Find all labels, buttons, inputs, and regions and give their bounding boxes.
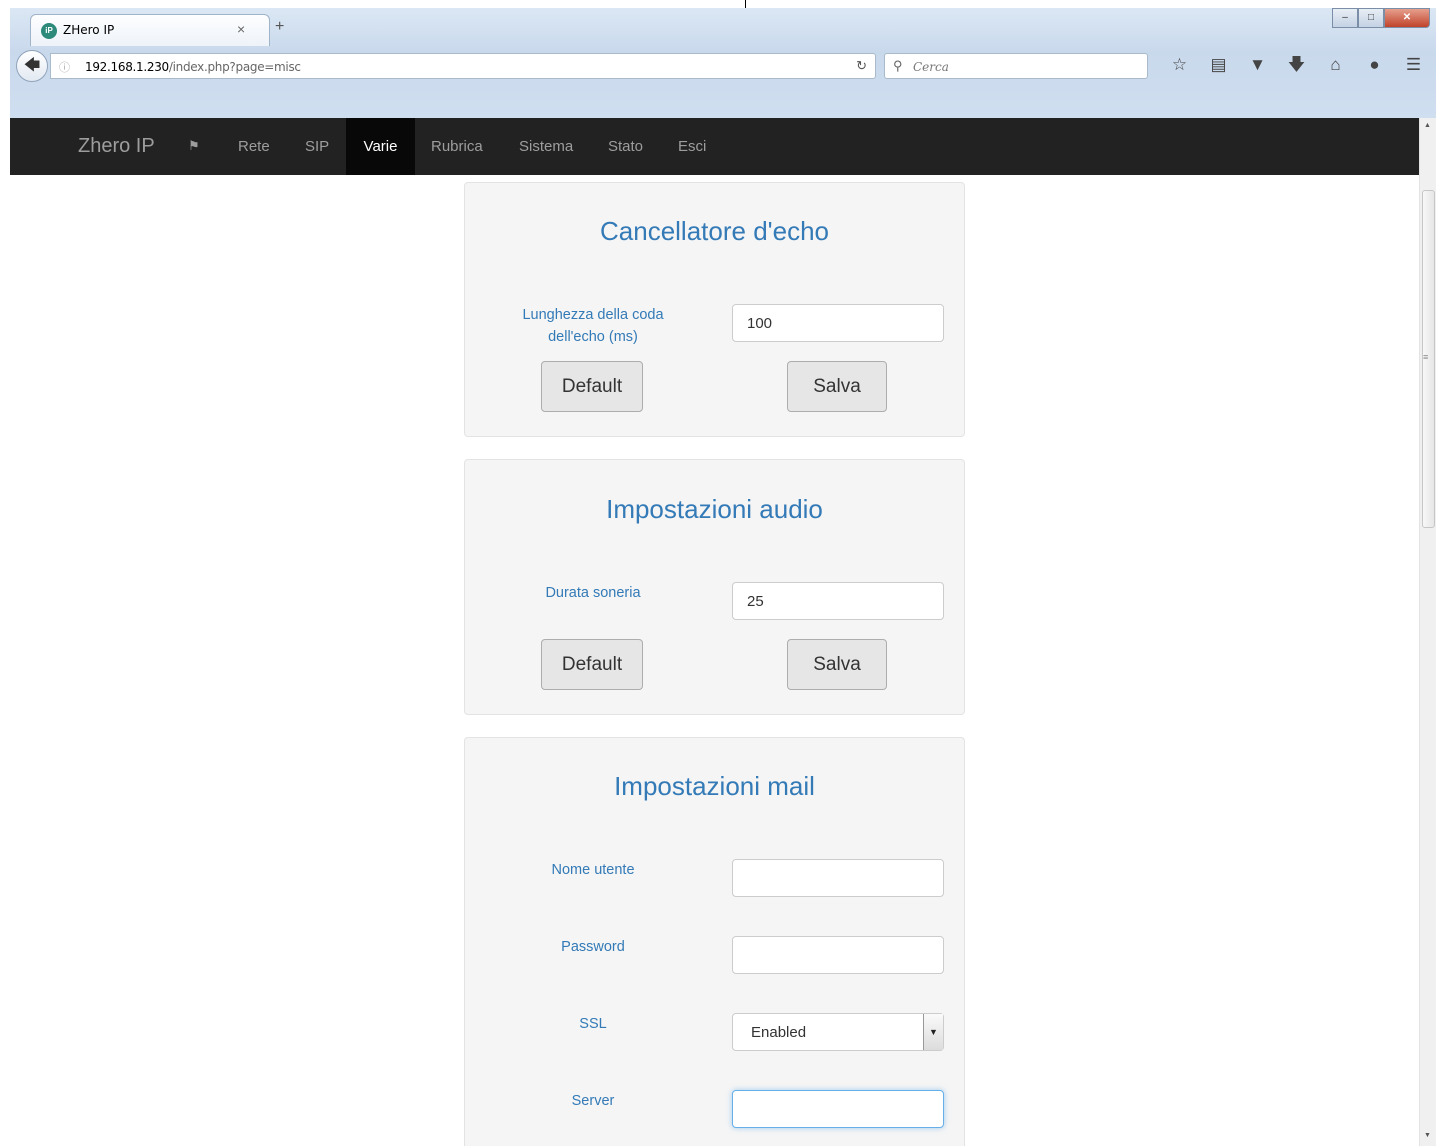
scroll-up-icon[interactable]: ▲ — [1424, 122, 1431, 129]
tab-close-icon[interactable]: × — [237, 21, 245, 37]
nav-item-varie[interactable]: Varie — [346, 118, 415, 175]
window-controls: – □ ✕ — [1332, 8, 1430, 28]
download-icon[interactable]: 🡇 — [1277, 54, 1316, 76]
mail-panel-title: Impostazioni mail — [614, 771, 815, 801]
tab-title: ZHero IP — [63, 23, 115, 37]
browser-tab[interactable]: iP ZHero IP × — [30, 14, 270, 46]
audio-panel: Impostazioni audio Durata soneria 25 Def… — [464, 459, 965, 715]
echo-tail-label-line2: dell'echo (ms) — [548, 329, 638, 345]
browser-chrome: iP ZHero IP × + – □ ✕ 🡄 ⓘ 192.168.1.230/… — [10, 8, 1436, 118]
reload-icon[interactable]: ↻ — [856, 58, 867, 74]
echo-tail-label-line1: Lunghezza della coda — [522, 307, 664, 323]
ring-duration-label: Durata soneria — [545, 585, 641, 601]
nav-item-stato[interactable]: Stato — [592, 118, 659, 175]
nav-item-rubrica[interactable]: Rubrica — [415, 118, 499, 175]
home-icon[interactable]: ⌂ — [1316, 54, 1355, 76]
password-input[interactable] — [732, 936, 944, 974]
echo-panel: Cancellatore d'echo Lunghezza della coda… — [464, 182, 965, 437]
top-navbar: Zhero IP ⚑ Rete SIP Varie Rubrica Sistem… — [10, 118, 1419, 175]
ssl-select-value: Enabled — [751, 1024, 807, 1041]
search-icon: ⚲ — [893, 58, 903, 73]
echo-default-button[interactable]: Default — [541, 361, 643, 412]
echo-save-button[interactable]: Salva — [787, 361, 887, 412]
nav-item-sistema[interactable]: Sistema — [503, 118, 589, 175]
audio-panel-title: Impostazioni audio — [606, 494, 823, 524]
new-tab-icon[interactable]: + — [275, 18, 284, 36]
audio-save-button[interactable]: Salva — [787, 639, 887, 690]
chat-icon[interactable]: ● — [1355, 54, 1394, 76]
nav-item-rete[interactable]: Rete — [222, 118, 286, 175]
search-placeholder: Cerca — [913, 60, 949, 74]
reading-list-icon[interactable]: ▤ — [1199, 54, 1238, 76]
echo-tail-input[interactable]: 100 — [732, 304, 944, 342]
echo-tail-label: Lunghezza della coda dell'echo (ms) — [465, 304, 721, 348]
pocket-icon[interactable]: ▼ — [1238, 54, 1277, 76]
back-button[interactable]: 🡄 — [16, 50, 48, 82]
chevron-down-icon[interactable]: ▼ — [923, 1014, 943, 1050]
vertical-scrollbar[interactable]: ▲ ≡ ▼ — [1419, 118, 1436, 1146]
star-icon[interactable]: ☆ — [1160, 54, 1199, 76]
menu-icon[interactable]: ☰ — [1394, 54, 1433, 76]
close-window-icon[interactable]: ✕ — [1384, 8, 1430, 28]
server-label: Server — [571, 1093, 615, 1109]
minimize-icon[interactable]: – — [1332, 8, 1358, 28]
screen-top-edge — [0, 0, 1436, 8]
toolbar-icons: ☆ ▤ ▼ 🡇 ⌂ ● ☰ — [1160, 54, 1433, 76]
url-text: 192.168.1.230/index.php?page=misc — [85, 60, 301, 74]
ssl-label: SSL — [579, 1016, 607, 1032]
navigation-toolbar: 🡄 ⓘ 192.168.1.230/index.php?page=misc ↻ … — [10, 50, 1436, 82]
ring-duration-input[interactable]: 25 — [732, 582, 944, 620]
url-path: /index.php?page=misc — [168, 60, 301, 74]
nav-item-esci[interactable]: Esci — [662, 118, 722, 175]
audio-default-button[interactable]: Default — [541, 639, 643, 690]
nav-item-sip[interactable]: SIP — [289, 118, 345, 175]
mail-panel: Impostazioni mail Nome utente Password S… — [464, 737, 965, 1146]
flag-icon[interactable]: ⚑ — [188, 138, 200, 154]
username-label: Nome utente — [551, 862, 635, 878]
server-input[interactable] — [732, 1090, 944, 1128]
address-bar[interactable]: ⓘ 192.168.1.230/index.php?page=misc ↻ — [50, 53, 876, 79]
site-info-icon[interactable]: ⓘ — [59, 59, 70, 75]
ssl-select[interactable]: Enabled ▼ — [732, 1013, 944, 1051]
echo-panel-title: Cancellatore d'echo — [600, 216, 829, 246]
maximize-icon[interactable]: □ — [1358, 8, 1384, 28]
brand-link[interactable]: Zhero IP — [78, 135, 155, 158]
scroll-down-icon[interactable]: ▼ — [1424, 1132, 1431, 1139]
site-favicon-icon: iP — [41, 23, 57, 39]
password-label: Password — [561, 939, 625, 955]
scroll-grip-icon: ≡ — [1423, 352, 1429, 362]
url-host: 192.168.1.230 — [85, 60, 169, 74]
search-input[interactable]: ⚲ Cerca — [884, 53, 1148, 79]
username-input[interactable] — [732, 859, 944, 897]
